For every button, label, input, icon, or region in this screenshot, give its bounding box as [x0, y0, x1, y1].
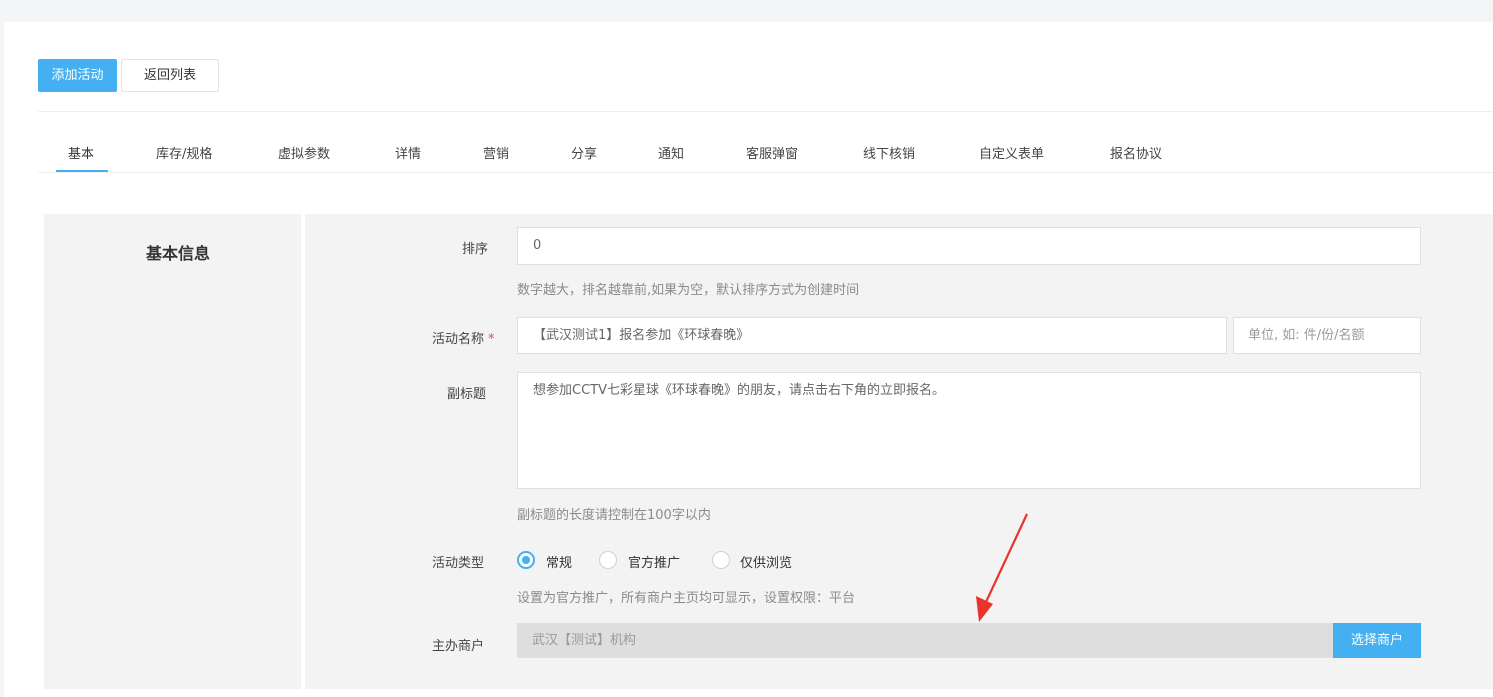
- back-to-list-button[interactable]: 返回列表: [121, 59, 219, 92]
- radio-regular[interactable]: [517, 551, 535, 569]
- subtitle-textarea[interactable]: 想参加CCTV七彩星球《环球春晚》的朋友，请点击右下角的立即报名。: [517, 372, 1421, 489]
- activity-name-label: 活动名称 *: [432, 328, 495, 347]
- annotation-arrow-icon: [976, 513, 1028, 622]
- tab-divider: [38, 172, 1493, 173]
- tab-stock-spec[interactable]: 库存/规格: [156, 143, 212, 162]
- tab-signup-agreement[interactable]: 报名协议: [1110, 143, 1162, 162]
- subtitle-hint: 副标题的长度请控制在100字以内: [517, 508, 711, 523]
- tab-virtual-params[interactable]: 虚拟参数: [278, 143, 330, 162]
- sort-label: 排序: [462, 242, 489, 257]
- merchant-label: 主办商户: [432, 639, 485, 654]
- subtitle-label: 副标题: [447, 387, 487, 402]
- unit-input[interactable]: 单位, 如: 件/份/名额: [1233, 317, 1421, 354]
- tab-basic[interactable]: 基本: [68, 143, 94, 162]
- radio-official-promo-label[interactable]: 官方推广: [628, 552, 680, 571]
- radio-browse-only[interactable]: [712, 551, 730, 569]
- tab-notify[interactable]: 通知: [658, 143, 684, 162]
- tab-details[interactable]: 详情: [395, 143, 421, 162]
- activity-type-hint: 设置为官方推广，所有商户主页均可显示，设置权限：平台: [517, 591, 856, 606]
- required-mark: *: [488, 332, 495, 347]
- toolbar-divider: [38, 111, 1493, 112]
- sort-input[interactable]: 0: [517, 227, 1421, 265]
- activity-type-label: 活动类型: [432, 556, 485, 571]
- radio-regular-label[interactable]: 常规: [546, 552, 572, 571]
- tab-custom-form[interactable]: 自定义表单: [979, 143, 1044, 162]
- section-sidebar: [44, 214, 301, 689]
- tab-service-popup[interactable]: 客服弹窗: [746, 143, 798, 162]
- radio-browse-only-label[interactable]: 仅供浏览: [740, 552, 792, 571]
- tab-marketing[interactable]: 营销: [483, 143, 509, 162]
- section-title: 基本信息: [146, 244, 211, 263]
- activity-name-input[interactable]: 【武汉测试1】报名参加《环球春晚》: [517, 317, 1227, 354]
- activity-name-label-text: 活动名称: [432, 332, 485, 347]
- sort-hint: 数字越大，排名越靠前,如果为空，默认排序方式为创建时间: [517, 283, 860, 298]
- merchant-field: 武汉【测试】机构: [517, 623, 1334, 658]
- select-merchant-button[interactable]: 选择商户: [1333, 623, 1421, 658]
- radio-official-promo[interactable]: [599, 551, 617, 569]
- tab-offline-verify[interactable]: 线下核销: [863, 143, 915, 162]
- add-activity-button[interactable]: 添加活动: [38, 59, 117, 92]
- tab-share[interactable]: 分享: [571, 143, 597, 162]
